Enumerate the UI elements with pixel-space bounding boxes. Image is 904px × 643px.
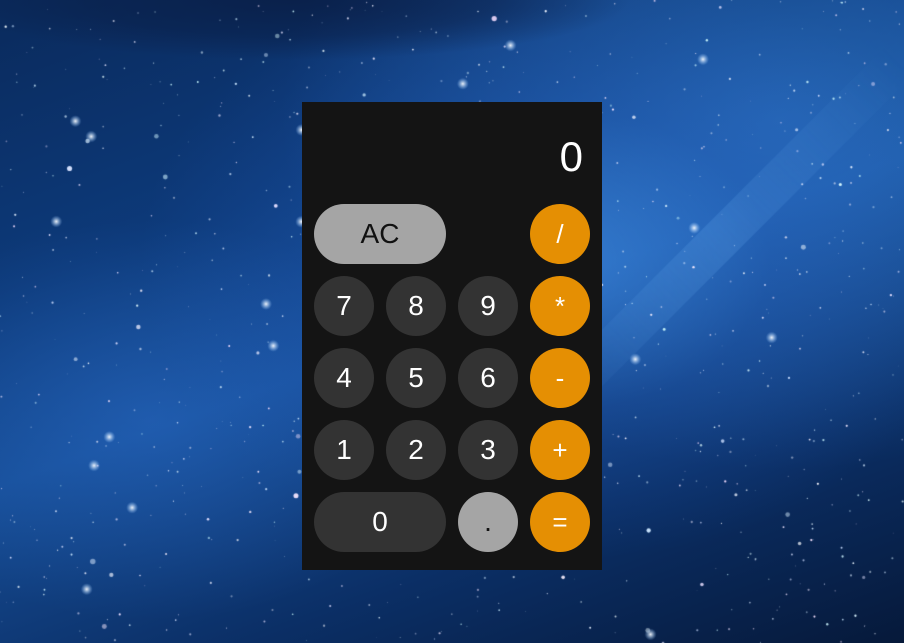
digit-9-button[interactable]: 9 xyxy=(458,276,518,336)
digit-6-button[interactable]: 6 xyxy=(458,348,518,408)
equals-button[interactable]: = xyxy=(530,492,590,552)
digit-7-button[interactable]: 7 xyxy=(314,276,374,336)
digit-3-button[interactable]: 3 xyxy=(458,420,518,480)
digit-8-button[interactable]: 8 xyxy=(386,276,446,336)
digit-5-button[interactable]: 5 xyxy=(386,348,446,408)
decimal-button[interactable]: . xyxy=(458,492,518,552)
multiply-button[interactable]: * xyxy=(530,276,590,336)
digit-0-button[interactable]: 0 xyxy=(314,492,446,552)
digit-4-button[interactable]: 4 xyxy=(314,348,374,408)
calculator-display: 0 xyxy=(559,133,583,180)
clear-button[interactable]: AC xyxy=(314,204,446,264)
digit-1-button[interactable]: 1 xyxy=(314,420,374,480)
divide-button[interactable]: / xyxy=(530,204,590,264)
add-button[interactable]: + xyxy=(530,420,590,480)
digit-2-button[interactable]: 2 xyxy=(386,420,446,480)
calculator: 0 AC / 7 8 9 * 4 5 6 - 1 2 3 + 0 . = xyxy=(302,102,602,570)
subtract-button[interactable]: - xyxy=(530,348,590,408)
